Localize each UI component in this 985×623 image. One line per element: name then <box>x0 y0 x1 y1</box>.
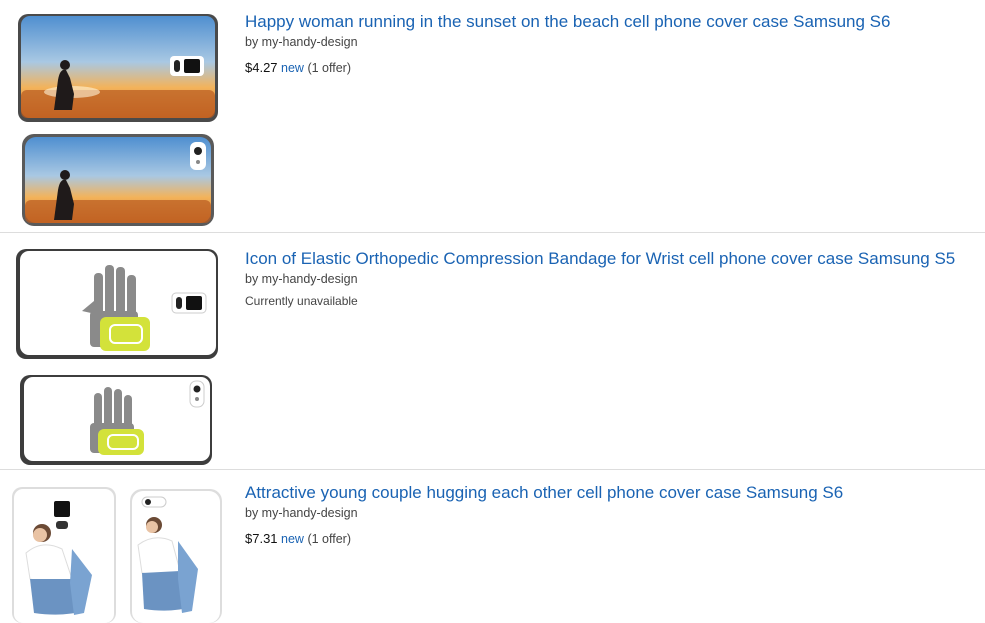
availability-status: Currently unavailable <box>245 294 358 308</box>
product-image[interactable] <box>12 483 222 623</box>
condition-link[interactable]: new <box>281 532 304 546</box>
seller-byline: by my-handy-design <box>245 272 358 286</box>
product-image[interactable] <box>12 10 222 230</box>
seller-byline: by my-handy-design <box>245 35 358 49</box>
offer-count[interactable]: (1 offer) <box>307 532 351 546</box>
product-title-link[interactable]: Icon of Elastic Orthopedic Compression B… <box>245 249 955 269</box>
search-result-row: Icon of Elastic Orthopedic Compression B… <box>0 237 985 470</box>
condition-link[interactable]: new <box>281 61 304 75</box>
price: $7.31 <box>245 531 278 546</box>
offer-line: $7.31 new (1 offer) <box>245 531 351 546</box>
search-result-row: Happy woman running in the sunset on the… <box>0 0 985 233</box>
seller-byline: by my-handy-design <box>245 506 358 520</box>
price: $4.27 <box>245 60 278 75</box>
product-image[interactable] <box>12 247 222 467</box>
search-result-row: Attractive young couple hugging each oth… <box>0 471 985 623</box>
offer-count[interactable]: (1 offer) <box>307 61 351 75</box>
offer-line: $4.27 new (1 offer) <box>245 60 351 75</box>
product-title-link[interactable]: Attractive young couple hugging each oth… <box>245 483 843 503</box>
product-title-link[interactable]: Happy woman running in the sunset on the… <box>245 12 890 32</box>
